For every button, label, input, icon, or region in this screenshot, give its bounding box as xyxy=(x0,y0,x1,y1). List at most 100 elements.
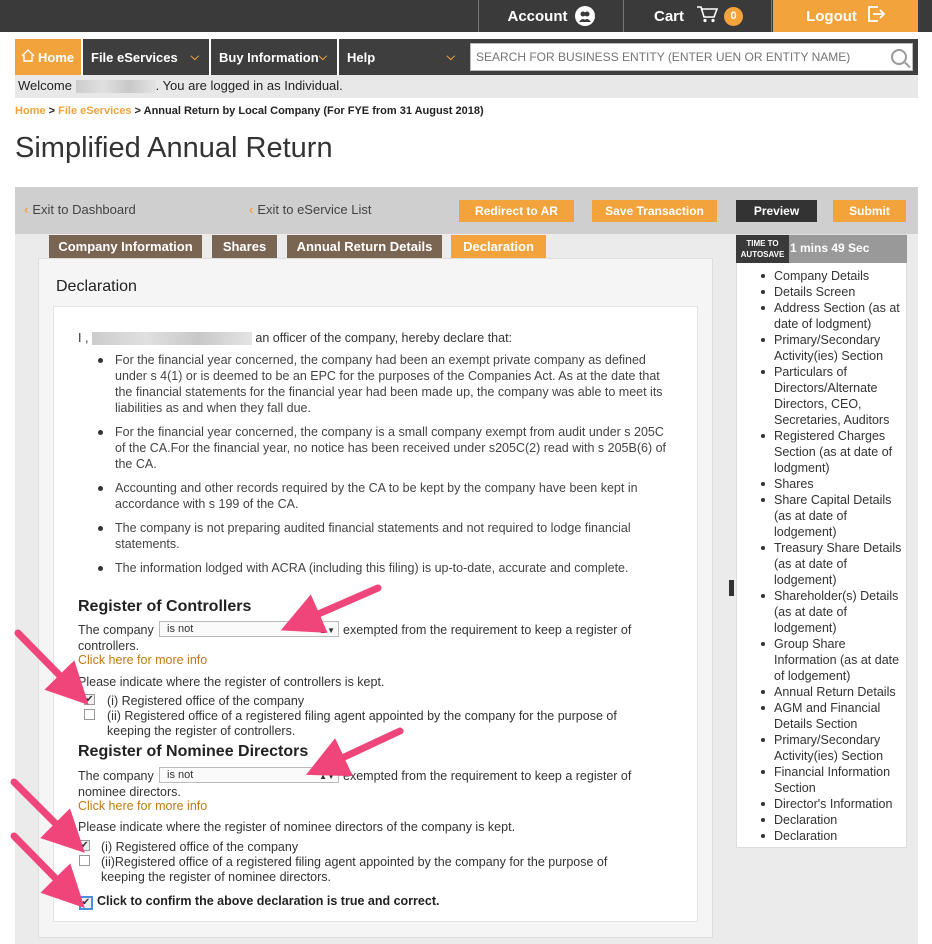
chevron-down-icon: ⌵ xyxy=(446,51,455,63)
list-item: The information lodged with ACRA (includ… xyxy=(95,560,677,576)
search-icon[interactable] xyxy=(891,49,907,65)
main-nav: Home File eServices ⌵ Buy Information ⌵ … xyxy=(15,39,918,75)
breadcrumb-home[interactable]: Home xyxy=(15,105,46,117)
cart-count-badge: 0 xyxy=(724,6,743,26)
nav-buy-information[interactable]: Buy Information ⌵ xyxy=(211,39,337,75)
controllers-indicate-text: Please indicate where the register of co… xyxy=(78,675,385,689)
controllers-exempted-text: exempted from the requirement to keep a … xyxy=(343,623,632,637)
nav-help[interactable]: Help ⌵ xyxy=(339,39,465,75)
sidebar-item[interactable]: AGM and Financial Details Section xyxy=(754,700,906,732)
logout-icon xyxy=(867,6,886,26)
chevron-left-icon: ‹ xyxy=(24,202,29,217)
account-label: Account xyxy=(507,7,568,25)
save-transaction-button[interactable]: Save Transaction xyxy=(592,200,717,222)
nominee-wrap-text: nominee directors. xyxy=(78,785,181,799)
autosave-timer: 1 mins 49 Sec xyxy=(790,241,870,255)
welcome-prefix: Welcome xyxy=(18,78,72,93)
logout-label: Logout xyxy=(806,7,857,25)
breadcrumb-file[interactable]: File eServices xyxy=(58,105,131,117)
exit-dashboard-link[interactable]: ‹ Exit to Dashboard xyxy=(24,202,136,217)
declaration-list: For the financial year concerned, the co… xyxy=(95,352,677,584)
tab-declaration[interactable]: Declaration xyxy=(451,235,546,258)
sidebar-item[interactable]: Shares xyxy=(754,476,906,492)
intro-prefix: I , xyxy=(78,331,89,345)
preview-button[interactable]: Preview xyxy=(736,200,817,222)
tab-annual-return-details[interactable]: Annual Return Details xyxy=(287,235,442,258)
controllers-wrap-text: controllers. xyxy=(78,639,140,653)
redacted-username xyxy=(75,80,156,94)
exit-eservice-list-link[interactable]: ‹ Exit to eService List xyxy=(249,202,372,217)
select-arrows-icon: ▲▼ xyxy=(319,772,335,781)
controllers-opt2-label: (ii) Registered office of a registered f… xyxy=(107,709,617,723)
nominee-heading: Register of Nominee Directors xyxy=(78,743,309,760)
section-nav-list: Company Details Details Screen Address S… xyxy=(754,268,906,844)
controllers-opt1-checkbox[interactable]: ✔ xyxy=(84,694,95,705)
declaration-intro: I , an officer of the company, hereby de… xyxy=(78,330,512,346)
nominee-exempted-text: exempted from the requirement to keep a … xyxy=(343,769,632,783)
sidebar-item[interactable]: Particulars of Directors/Alternate Direc… xyxy=(754,364,906,428)
nominee-select-value: is not xyxy=(167,769,194,781)
confirm-declaration-label: Click to confirm the above declaration i… xyxy=(97,894,440,908)
confirm-declaration-checkbox[interactable]: ✔ xyxy=(79,896,93,910)
list-item: Accounting and other records required by… xyxy=(95,480,677,512)
nominee-more-info-link[interactable]: Click here for more info xyxy=(78,799,207,813)
nominee-indicate-text: Please indicate where the register of no… xyxy=(78,820,516,834)
sidebar-item[interactable]: Financial Information Section xyxy=(754,764,906,796)
action-bar: ‹ Exit to Dashboard ‹ Exit to eService Lis… xyxy=(15,187,918,234)
redirect-to-ar-button[interactable]: Redirect to AR xyxy=(459,200,574,222)
submit-button[interactable]: Submit xyxy=(833,200,906,222)
chevron-down-icon: ⌵ xyxy=(190,51,199,63)
nav-file-label: File eServices xyxy=(91,49,178,65)
sidebar-item[interactable]: Annual Return Details xyxy=(754,684,906,700)
sidebar-item[interactable]: Group Share Information (as at date of l… xyxy=(754,636,906,684)
list-item: For the financial year concerned, the co… xyxy=(95,424,677,472)
search-bar xyxy=(465,39,918,75)
top-bar: Account Cart 0 Logout xyxy=(0,0,932,32)
controllers-exempt-select[interactable]: is not ▲▼ xyxy=(159,621,339,637)
nominee-exempt-select[interactable]: is not ▲▼ xyxy=(159,767,339,783)
breadcrumb: Home > File eServices > Annual Return by… xyxy=(15,105,484,117)
section-heading: Declaration xyxy=(56,278,137,295)
sidebar-item[interactable]: Registered Charges Section (as at date o… xyxy=(754,428,906,476)
sidebar-item[interactable]: Director's Information xyxy=(754,796,906,812)
nav-home[interactable]: Home xyxy=(15,39,81,75)
redacted-officer-name xyxy=(91,332,252,346)
controllers-select-value: is not xyxy=(167,623,194,635)
tab-shares[interactable]: Shares xyxy=(212,235,277,258)
cart-label: Cart xyxy=(653,7,684,25)
sidebar-toggle-handle[interactable] xyxy=(729,580,734,596)
sidebar-item[interactable]: Details Screen xyxy=(754,284,906,300)
nominee-opt2-checkbox[interactable] xyxy=(79,855,90,866)
sidebar-item[interactable]: Share Capital Details (as at date of lod… xyxy=(754,492,906,540)
controllers-more-info-link[interactable]: Click here for more info xyxy=(78,653,207,667)
nav-file-eservices[interactable]: File eServices ⌵ xyxy=(83,39,209,75)
list-item: For the financial year concerned, the co… xyxy=(95,352,677,416)
nominee-opt1-label: (i) Registered office of the company xyxy=(101,840,299,854)
cart-icon xyxy=(696,5,719,27)
welcome-suffix: . You are logged in as Individual. xyxy=(155,78,343,93)
tab-company-information[interactable]: Company Information xyxy=(49,235,202,258)
nominee-company-label: The company xyxy=(78,769,154,783)
logout-button[interactable]: Logout xyxy=(773,0,918,32)
sidebar-item[interactable]: Primary/Secondary Activity(ies) Section xyxy=(754,332,906,364)
sidebar-item[interactable]: Shareholder(s) Details (as at date of lo… xyxy=(754,588,906,636)
controllers-company-label: The company xyxy=(78,623,154,637)
list-item: The company is not preparing audited fin… xyxy=(95,520,677,552)
exit-list-label: Exit to eService List xyxy=(257,202,372,217)
nav-buy-label: Buy Information xyxy=(219,49,319,65)
nominee-opt1-checkbox[interactable]: ✔ xyxy=(79,840,90,851)
sidebar-item[interactable]: Primary/Secondary Activity(ies) Section xyxy=(754,732,906,764)
nominee-opt2-label-cont: keeping the register of nominee director… xyxy=(101,870,331,884)
search-input[interactable] xyxy=(470,43,913,71)
sidebar-item[interactable]: Declaration xyxy=(754,812,906,828)
controllers-opt2-checkbox[interactable] xyxy=(84,709,95,720)
sidebar-item[interactable]: Address Section (as at date of lodgment) xyxy=(754,300,906,332)
account-button[interactable]: Account xyxy=(478,0,624,32)
sidebar-item[interactable]: Declaration xyxy=(754,828,906,844)
select-arrows-icon: ▲▼ xyxy=(319,626,335,635)
cart-button[interactable]: Cart 0 xyxy=(626,0,772,32)
controllers-opt2-label-cont: keeping the register of controllers. xyxy=(107,724,296,738)
sidebar-item[interactable]: Treasury Share Details (as at date of lo… xyxy=(754,540,906,588)
sidebar-item[interactable]: Company Details xyxy=(754,268,906,284)
breadcrumb-sep: > xyxy=(45,105,59,117)
